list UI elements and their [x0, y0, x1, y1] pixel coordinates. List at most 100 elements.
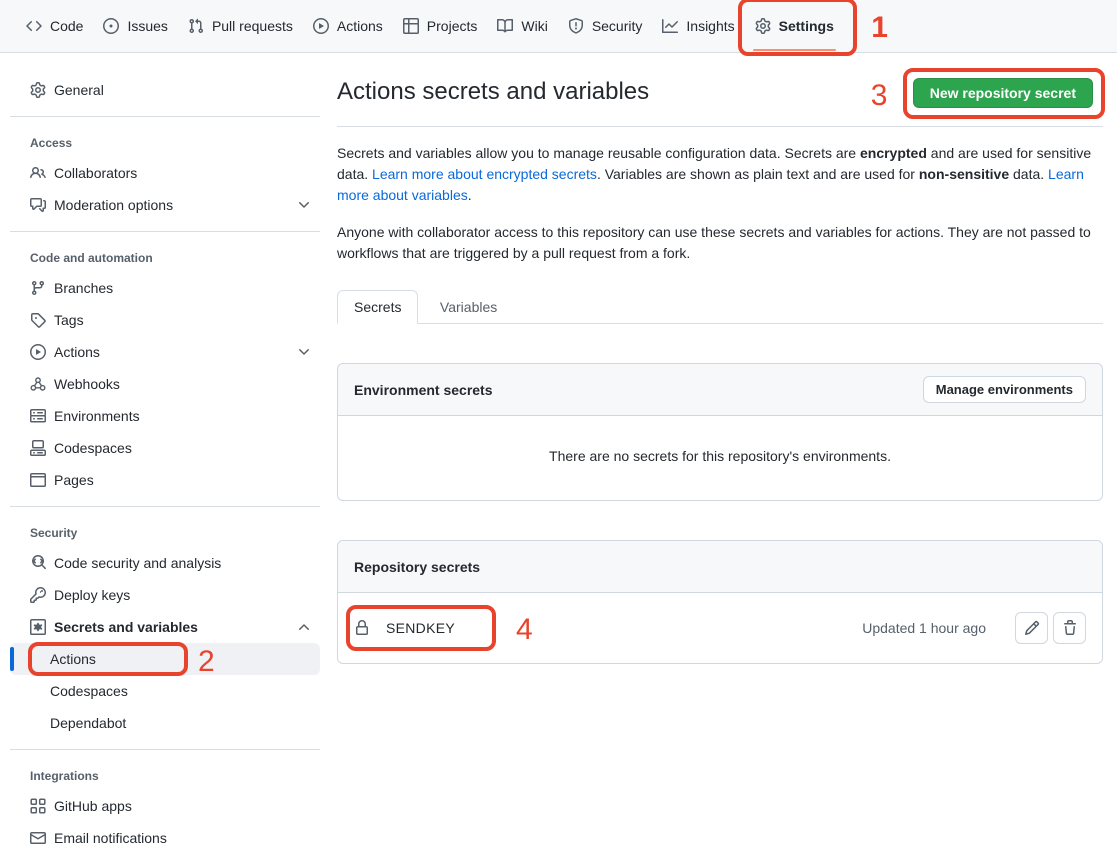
key-asterisk-icon	[30, 619, 46, 635]
sidebar-item-general[interactable]: General	[10, 74, 320, 106]
tab-code[interactable]: Code	[16, 10, 93, 42]
sidebar-item-branches[interactable]: Branches	[10, 272, 320, 304]
sidebar-item-secrets-and-variables[interactable]: Secrets and variables	[10, 611, 320, 643]
sidebar-divider	[10, 506, 320, 507]
sidebar-item-label: Codespaces	[50, 683, 312, 699]
tab-label: Issues	[127, 18, 167, 34]
table-icon	[403, 18, 419, 34]
chevron-down-icon	[296, 344, 312, 360]
tag-icon	[30, 312, 46, 328]
people-icon	[30, 165, 46, 181]
annotation-label-1: 1	[871, 13, 888, 43]
sidebar-item-github-apps[interactable]: GitHub apps	[10, 790, 320, 822]
selected-item-accent-bar	[10, 647, 14, 671]
shield-icon	[568, 18, 584, 34]
tab-insights[interactable]: Insights	[652, 10, 744, 42]
git-branch-icon	[30, 280, 46, 296]
codespaces-icon	[30, 440, 46, 456]
tab-security[interactable]: Security	[558, 10, 653, 42]
annotation-label-4: 4	[516, 615, 533, 645]
sidebar-divider	[10, 116, 320, 117]
delete-secret-button[interactable]	[1053, 612, 1086, 644]
active-tab-underline	[753, 49, 836, 51]
sidebar-item-label: GitHub apps	[54, 798, 312, 814]
github-settings-page: Code Issues Pull requests Actions Projec…	[0, 0, 1117, 867]
sidebar-item-label: Deploy keys	[54, 587, 312, 603]
code-icon	[26, 18, 42, 34]
sidebar-item-moderation-options[interactable]: Moderation options	[10, 189, 320, 221]
tab-wiki[interactable]: Wiki	[487, 10, 557, 42]
sidebar-item-label: Codespaces	[54, 440, 312, 456]
manage-environments-button[interactable]: Manage environments	[923, 376, 1086, 403]
sidebar-item-codespaces[interactable]: Codespaces	[10, 432, 320, 464]
sidebar-item-secrets-codespaces[interactable]: Codespaces	[10, 675, 320, 707]
sidebar-divider	[10, 749, 320, 750]
sidebar-item-label: Pages	[54, 472, 312, 488]
environment-secrets-title: Environment secrets	[354, 382, 493, 398]
page-header: Actions secrets and variables New reposi…	[337, 78, 1103, 127]
sidebar-item-label: Environments	[54, 408, 312, 424]
tab-actions[interactable]: Actions	[303, 10, 393, 42]
sidebar-item-label: General	[54, 82, 312, 98]
tab-issues[interactable]: Issues	[93, 10, 177, 42]
new-secret-button-wrap: New repository secret 3	[913, 78, 1093, 108]
tab-projects[interactable]: Projects	[393, 10, 488, 42]
sidebar-item-secrets-actions[interactable]: Actions 2	[10, 643, 320, 675]
sidebar-section-security: Security	[10, 517, 320, 547]
intro-paragraph: Secrets and variables allow you to manag…	[337, 143, 1103, 206]
codescan-icon	[30, 555, 46, 571]
environment-secrets-card: Environment secrets Manage environments …	[337, 363, 1103, 501]
chevron-down-icon	[296, 197, 312, 213]
key-icon	[30, 587, 46, 603]
webhook-icon	[30, 376, 46, 392]
environment-secrets-header: Environment secrets Manage environments	[338, 364, 1102, 416]
tab-label: Settings	[779, 18, 834, 34]
sidebar-item-email-notifications[interactable]: Email notifications	[10, 822, 320, 854]
tab-label: Security	[592, 18, 643, 34]
sidebar-item-deploy-keys[interactable]: Deploy keys	[10, 579, 320, 611]
edit-secret-button[interactable]	[1015, 612, 1048, 644]
repo-tab-nav: Code Issues Pull requests Actions Projec…	[0, 0, 1117, 53]
tab-label: Actions	[337, 18, 383, 34]
page-title: Actions secrets and variables	[337, 78, 649, 106]
collaborator-note: Anyone with collaborator access to this …	[337, 222, 1103, 264]
sidebar-item-code-security[interactable]: Code security and analysis	[10, 547, 320, 579]
new-repository-secret-button[interactable]: New repository secret	[913, 78, 1093, 108]
play-icon	[313, 18, 329, 34]
repository-secrets-title: Repository secrets	[354, 559, 480, 575]
lock-icon	[354, 620, 370, 636]
intro-text: data.	[1009, 166, 1048, 182]
tab-secrets[interactable]: Secrets	[337, 290, 418, 324]
gear-icon	[30, 82, 46, 98]
secret-name: SENDKEY	[386, 620, 455, 636]
intro-text: .	[468, 187, 472, 203]
secret-row: SENDKEY Updated 1 hour ago 4	[338, 593, 1102, 663]
intro-bold-non-sensitive: non-sensitive	[919, 166, 1009, 182]
chevron-up-icon	[296, 619, 312, 635]
sidebar-item-webhooks[interactable]: Webhooks	[10, 368, 320, 400]
play-icon	[30, 344, 46, 360]
sidebar-item-label: Actions	[50, 651, 312, 667]
sidebar-item-actions[interactable]: Actions	[10, 336, 320, 368]
gear-icon	[755, 18, 771, 34]
intro-text: . Variables are shown as plain text and …	[597, 166, 919, 182]
sidebar-item-label: Tags	[54, 312, 312, 328]
annotation-label-2: 2	[198, 647, 215, 677]
sidebar-item-collaborators[interactable]: Collaborators	[10, 157, 320, 189]
sidebar-item-secrets-dependabot[interactable]: Dependabot	[10, 707, 320, 739]
tab-pull-requests[interactable]: Pull requests	[178, 10, 303, 42]
tab-settings[interactable]: Settings 1	[745, 10, 844, 42]
sidebar-item-environments[interactable]: Environments	[10, 400, 320, 432]
sidebar-item-label: Secrets and variables	[54, 619, 288, 635]
tab-variables[interactable]: Variables	[423, 290, 514, 324]
sidebar-item-label: Branches	[54, 280, 312, 296]
repository-secrets-header: Repository secrets	[338, 541, 1102, 593]
sidebar-item-label: Webhooks	[54, 376, 312, 392]
apps-icon	[30, 798, 46, 814]
comment-discussion-icon	[30, 197, 46, 213]
sidebar-item-tags[interactable]: Tags	[10, 304, 320, 336]
trash-icon	[1062, 620, 1078, 636]
sidebar-item-pages[interactable]: Pages	[10, 464, 320, 496]
browser-icon	[30, 472, 46, 488]
link-encrypted-secrets[interactable]: Learn more about encrypted secrets	[372, 166, 597, 182]
